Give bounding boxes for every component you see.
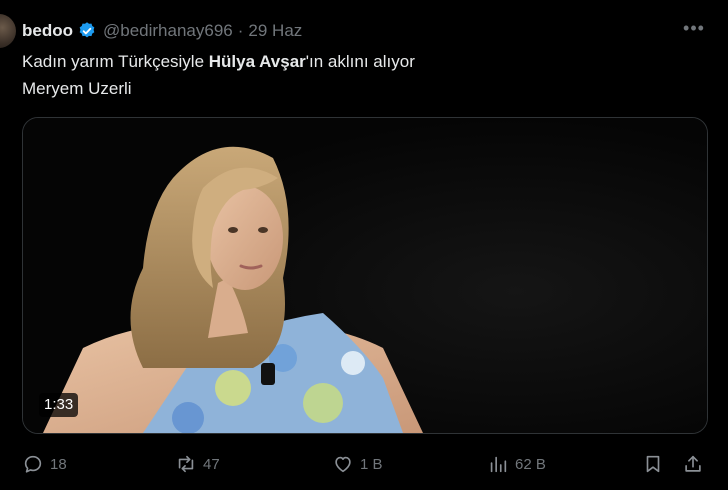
reply-count: 18 (50, 455, 67, 473)
bookmark-button[interactable] (642, 450, 670, 478)
tweet-card[interactable]: bedoo @bedirhanay696 · 29 Haz ••• Kadın … (0, 0, 728, 490)
bookmark-icon (646, 455, 660, 473)
avatar[interactable] (0, 14, 16, 48)
verified-badge-icon (79, 22, 95, 38)
tweet-text-part1: Kadın yarım Türkçesiyle (22, 52, 209, 71)
tweet-text: Kadın yarım Türkçesiyle Hülya Avşar'ın a… (22, 48, 415, 102)
share-button[interactable] (682, 450, 710, 478)
repost-count: 47 (203, 455, 220, 473)
video-thumbnail (23, 118, 707, 433)
reply-icon (24, 455, 42, 473)
like-count: 1 B (360, 455, 383, 473)
share-icon (685, 455, 701, 472)
views-button[interactable]: 62 B (487, 450, 546, 478)
video-duration: 1:33 (39, 393, 79, 417)
more-icon[interactable]: ••• (682, 18, 706, 42)
views-count: 62 B (515, 455, 546, 473)
separator-dot: · (237, 21, 244, 40)
video-player[interactable]: 1:33 (22, 117, 708, 434)
display-name[interactable]: bedoo (22, 21, 73, 41)
user-handle[interactable]: @bedirhanay696 (103, 21, 233, 41)
tweet-date[interactable]: 29 Haz (248, 21, 302, 41)
tweet-text-part2: 'ın aklını alıyor (305, 52, 415, 71)
views-icon (490, 456, 507, 473)
tweet-text-bold: Hülya Avşar (208, 52, 306, 71)
repost-button[interactable]: 47 (175, 450, 220, 478)
reply-button[interactable]: 18 (22, 450, 67, 478)
tweet-text-line2: Meryem Uzerli (22, 79, 132, 98)
like-button[interactable]: 1 B (332, 450, 383, 478)
repost-icon (178, 455, 194, 473)
action-bar: 18 47 1 B 62 B (22, 450, 710, 478)
like-icon (335, 456, 351, 473)
tweet-header: bedoo @bedirhanay696 · 29 Haz (22, 19, 302, 43)
